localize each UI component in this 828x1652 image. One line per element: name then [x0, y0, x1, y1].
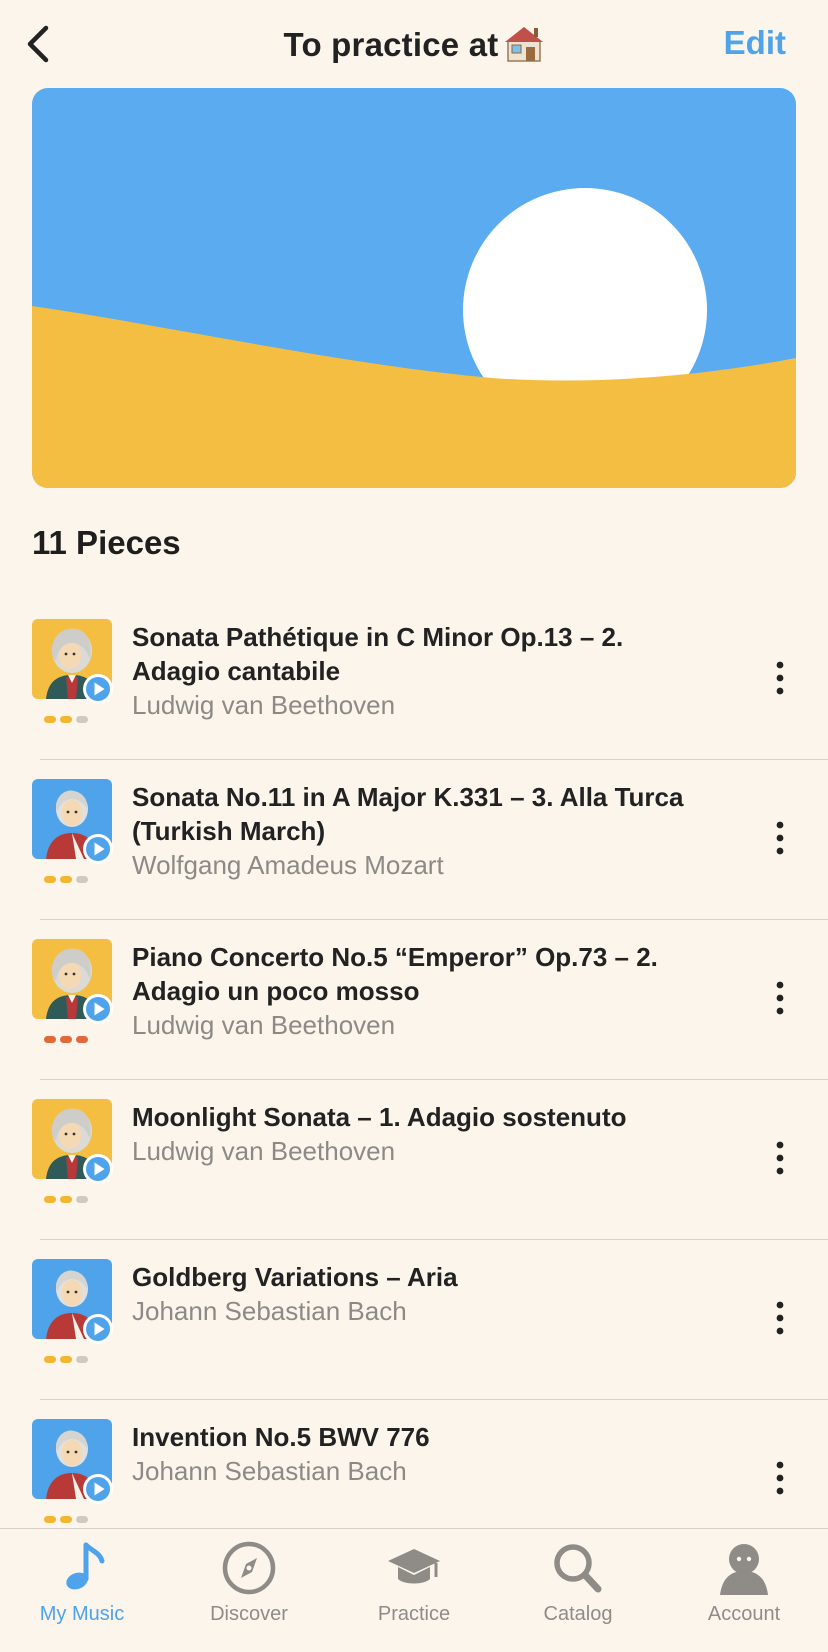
more-options-button[interactable]	[768, 980, 792, 1016]
tab-bar: My Music Discover Practice Catalog Accou…	[0, 1528, 828, 1652]
difficulty-dot	[76, 1036, 88, 1043]
tab-my-music[interactable]: My Music	[12, 1539, 152, 1639]
page-title: To practice at	[0, 24, 828, 64]
difficulty-dot	[44, 1516, 56, 1523]
list-item[interactable]: Sonata No.11 in A Major K.331 – 3. Alla …	[0, 760, 828, 920]
composer-name: Johann Sebastian Bach	[132, 1296, 407, 1326]
compass-icon	[222, 1541, 276, 1595]
difficulty-indicator	[44, 1356, 88, 1363]
more-options-button[interactable]	[768, 1140, 792, 1176]
difficulty-dot	[44, 876, 56, 883]
edit-button[interactable]: Edit	[724, 24, 786, 62]
play-icon[interactable]	[82, 673, 114, 705]
play-icon[interactable]	[82, 993, 114, 1025]
more-options-button[interactable]	[768, 820, 792, 856]
piece-info[interactable]: Invention No.5 BWV 776 Johann Sebastian B…	[132, 1420, 712, 1488]
composer-name: Johann Sebastian Bach	[132, 1456, 407, 1486]
composer-name: Ludwig van Beethoven	[132, 1010, 396, 1040]
difficulty-dot	[44, 716, 56, 723]
difficulty-dot	[60, 876, 72, 883]
more-options-button[interactable]	[768, 1300, 792, 1336]
piece-thumbnail[interactable]	[32, 1259, 113, 1344]
search-icon	[554, 1544, 602, 1593]
tab-label: Discover	[210, 1603, 288, 1625]
tab-label: Practice	[377, 1603, 451, 1625]
difficulty-indicator	[44, 1196, 88, 1203]
house-icon	[504, 24, 544, 62]
difficulty-dot	[60, 1516, 72, 1523]
difficulty-dot	[76, 1196, 88, 1203]
more-options-button[interactable]	[768, 660, 792, 696]
more-vertical-icon	[776, 981, 784, 1015]
piece-thumbnail[interactable]	[32, 619, 113, 704]
piece-title: Moonlight Sonata – 1. Adagio sostenuto	[132, 1102, 627, 1132]
tab-label: Catalog	[543, 1603, 613, 1625]
play-icon[interactable]	[82, 1313, 114, 1345]
list-item[interactable]: Goldberg Variations – Aria Johann Sebasti…	[0, 1240, 828, 1400]
difficulty-dot	[76, 716, 88, 723]
difficulty-dot	[76, 1516, 88, 1523]
piece-list: Sonata Pathétique in C Minor Op.13 – 2. …	[0, 600, 828, 1560]
piece-info[interactable]: Piano Concerto No.5 “Emperor” Op.73 – 2.…	[132, 940, 712, 1042]
more-vertical-icon	[776, 821, 784, 855]
list-item[interactable]: Moonlight Sonata – 1. Adagio sostenuto Lu…	[0, 1080, 828, 1240]
difficulty-dot	[60, 1036, 72, 1043]
graduation-cap-icon	[388, 1549, 440, 1584]
difficulty-dot	[60, 1356, 72, 1363]
more-vertical-icon	[776, 1461, 784, 1495]
piece-info[interactable]: Moonlight Sonata – 1. Adagio sostenuto Lu…	[132, 1100, 712, 1168]
difficulty-dot	[44, 1196, 56, 1203]
piece-thumbnail[interactable]	[32, 1099, 113, 1184]
tab-catalog[interactable]: Catalog	[508, 1539, 648, 1639]
play-icon[interactable]	[82, 1473, 114, 1505]
difficulty-dot	[60, 716, 72, 723]
tab-label: Account	[707, 1603, 781, 1625]
play-icon[interactable]	[82, 833, 114, 865]
difficulty-dot	[60, 1196, 72, 1203]
difficulty-indicator	[44, 1036, 88, 1043]
piece-title: Sonata No.11 in A Major K.331 – 3. Alla …	[132, 782, 684, 846]
difficulty-dot	[44, 1356, 56, 1363]
play-icon[interactable]	[82, 1153, 114, 1185]
composer-name: Ludwig van Beethoven	[132, 690, 396, 720]
difficulty-indicator	[44, 876, 88, 883]
difficulty-dot	[76, 1356, 88, 1363]
list-item[interactable]: Piano Concerto No.5 “Emperor” Op.73 – 2.…	[0, 920, 828, 1080]
tab-practice[interactable]: Practice	[344, 1539, 484, 1639]
nav-header: To practice at Edit	[0, 0, 828, 88]
piece-title: Piano Concerto No.5 “Emperor” Op.73 – 2.…	[132, 942, 658, 1006]
difficulty-dot	[44, 1036, 56, 1043]
more-vertical-icon	[776, 1301, 784, 1335]
composer-name: Wolfgang Amadeus Mozart	[132, 850, 444, 880]
piece-info[interactable]: Sonata Pathétique in C Minor Op.13 – 2. …	[132, 620, 712, 722]
piece-thumbnail[interactable]	[32, 1419, 113, 1504]
piece-info[interactable]: Sonata No.11 in A Major K.331 – 3. Alla …	[132, 780, 712, 882]
tab-account[interactable]: Account	[674, 1539, 814, 1639]
playlist-cover-image	[32, 88, 796, 488]
piece-title: Invention No.5 BWV 776	[132, 1422, 430, 1452]
sunset-illustration	[32, 88, 796, 488]
piece-thumbnail[interactable]	[32, 939, 113, 1024]
user-icon	[720, 1544, 768, 1595]
piece-title: Sonata Pathétique in C Minor Op.13 – 2. …	[132, 622, 624, 686]
tab-label: My Music	[39, 1603, 125, 1625]
piece-count: 11 Pieces	[32, 524, 181, 561]
difficulty-indicator	[44, 716, 88, 723]
app-screen: To practice at Edit 11 Pieces Sonata Pat…	[0, 0, 828, 1652]
list-item[interactable]: Sonata Pathétique in C Minor Op.13 – 2. …	[0, 600, 828, 760]
tab-discover[interactable]: Discover	[179, 1539, 319, 1639]
composer-name: Ludwig van Beethoven	[132, 1136, 396, 1166]
page-title-text: To practice at	[283, 26, 499, 63]
music-note-icon	[66, 1542, 105, 1590]
difficulty-indicator	[44, 1516, 88, 1523]
piece-info[interactable]: Goldberg Variations – Aria Johann Sebasti…	[132, 1260, 712, 1328]
piece-title: Goldberg Variations – Aria	[132, 1262, 458, 1292]
more-options-button[interactable]	[768, 1460, 792, 1496]
piece-thumbnail[interactable]	[32, 779, 113, 864]
difficulty-dot	[76, 876, 88, 883]
more-vertical-icon	[776, 1141, 784, 1175]
more-vertical-icon	[776, 661, 784, 695]
